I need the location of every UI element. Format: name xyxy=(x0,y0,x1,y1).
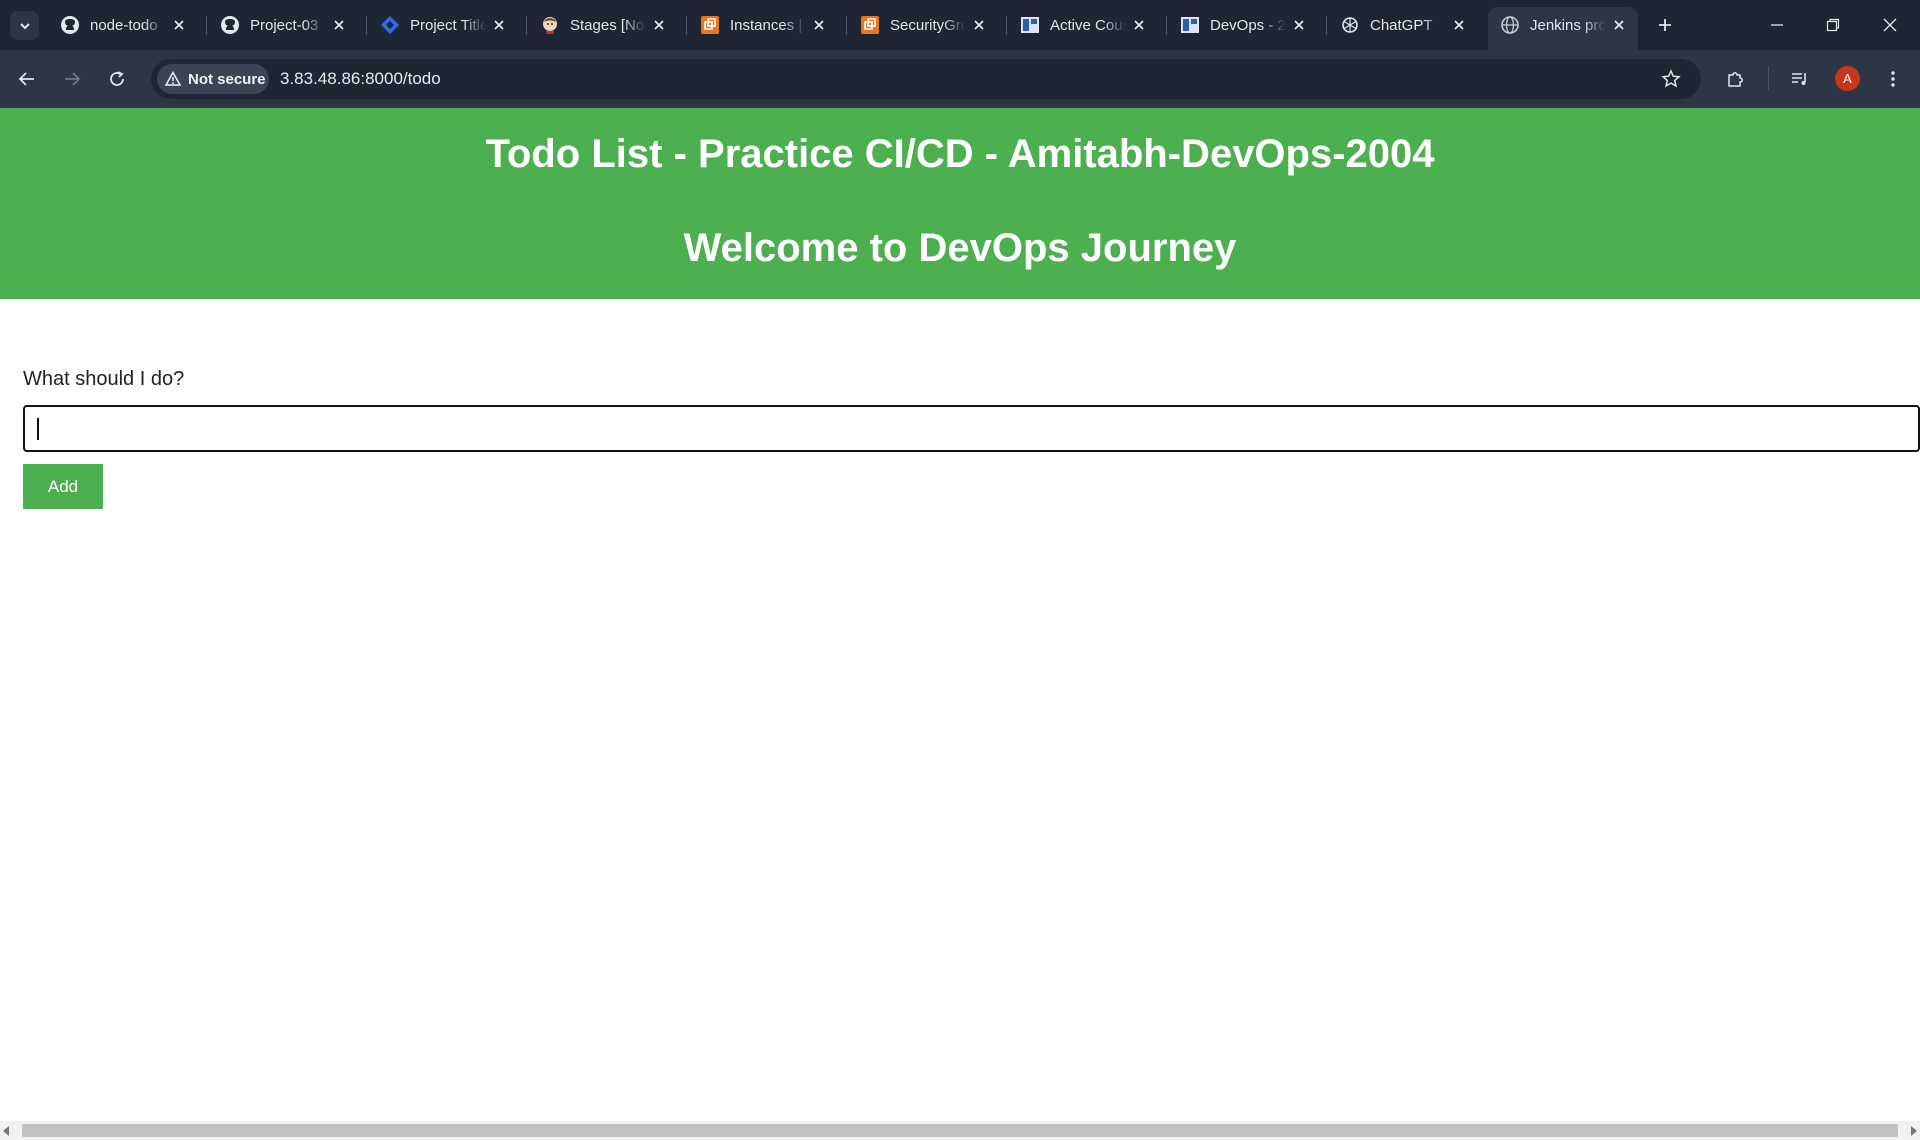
tab-project-title[interactable]: Project Title xyxy=(368,7,518,43)
tab-title: SecurityGroups xyxy=(890,16,966,34)
close-window-button[interactable] xyxy=(1877,12,1903,38)
minimize-button[interactable] xyxy=(1764,12,1790,38)
tab-separator xyxy=(1166,16,1167,35)
puzzle-icon xyxy=(1728,72,1743,87)
chevron-down-icon xyxy=(19,22,30,29)
text-caret xyxy=(37,418,39,440)
todo-label: What should I do? xyxy=(23,368,185,390)
course-icon xyxy=(1020,15,1040,35)
reload-icon xyxy=(110,71,124,86)
restore-icon xyxy=(1826,18,1840,32)
close-icon xyxy=(1883,18,1897,32)
kebab-menu-icon xyxy=(1891,71,1895,87)
github-icon xyxy=(60,15,80,35)
security-label: Not secure xyxy=(188,70,266,88)
tab-title: Stages [Node xyxy=(570,16,646,34)
add-button[interactable]: Add xyxy=(23,464,103,509)
tab-title: Instances | EC2 xyxy=(730,16,806,34)
close-icon[interactable] xyxy=(1610,16,1628,34)
profile-avatar[interactable]: A xyxy=(1835,66,1860,91)
arrow-left-icon xyxy=(18,72,34,86)
tab-stages[interactable]: Stages [Node xyxy=(528,7,678,43)
tab-instances[interactable]: Instances | EC2 xyxy=(688,7,838,43)
tab-separator xyxy=(526,16,527,35)
horizontal-scrollbar[interactable] xyxy=(0,1121,1920,1140)
extensions-button[interactable] xyxy=(1721,65,1749,93)
reload-button[interactable] xyxy=(101,63,133,95)
scroll-left-icon[interactable] xyxy=(3,1126,9,1136)
forward-button[interactable] xyxy=(56,63,88,95)
tab-title: ChatGPT xyxy=(1370,16,1433,34)
globe-icon xyxy=(1500,15,1520,35)
menu-button[interactable] xyxy=(1879,65,1907,93)
media-queue-icon xyxy=(1792,73,1806,85)
tab-project-03[interactable]: Project-03 xyxy=(208,7,358,43)
course-icon xyxy=(1180,15,1200,35)
close-icon[interactable] xyxy=(970,16,988,34)
restore-button[interactable] xyxy=(1820,12,1846,38)
tab-separator xyxy=(686,16,687,35)
scrollbar-thumb[interactable] xyxy=(22,1124,1898,1137)
close-icon[interactable] xyxy=(650,16,668,34)
tab-node-todo[interactable]: node-todo xyxy=(48,7,198,43)
github-icon xyxy=(220,15,240,35)
tab-separator xyxy=(846,16,847,35)
tab-security-groups[interactable]: SecurityGroups xyxy=(848,7,998,43)
chatgpt-icon xyxy=(1340,15,1360,35)
tab-devops[interactable]: DevOps - 2 xyxy=(1168,7,1318,43)
arrow-right-icon xyxy=(65,72,81,86)
tab-active-courses[interactable]: Active Courses xyxy=(1008,7,1158,43)
aws-icon xyxy=(860,15,880,35)
bookmark-star-button[interactable] xyxy=(1657,65,1685,93)
tab-title: Active Courses xyxy=(1050,16,1126,34)
tab-title: DevOps - 2 xyxy=(1210,16,1286,34)
tab-separator xyxy=(1326,16,1327,35)
page-subtitle: Welcome to DevOps Journey xyxy=(683,226,1237,270)
jira-icon xyxy=(380,15,400,35)
tab-jenkins-active[interactable]: Jenkins pro xyxy=(1488,7,1638,50)
minimize-icon xyxy=(1771,24,1783,26)
tab-separator xyxy=(206,16,207,35)
close-icon[interactable] xyxy=(490,16,508,34)
close-icon[interactable] xyxy=(330,16,348,34)
plus-icon xyxy=(1659,19,1671,31)
media-control-button[interactable] xyxy=(1786,65,1814,93)
toolbar-divider xyxy=(1768,66,1769,90)
tab-title: Jenkins pro xyxy=(1530,16,1606,34)
security-indicator[interactable]: Not secure xyxy=(157,64,269,94)
scroll-right-icon[interactable] xyxy=(1911,1126,1917,1136)
new-tab-button[interactable] xyxy=(1652,12,1678,38)
jenkins-icon xyxy=(540,15,560,35)
page-title: Todo List - Practice CI/CD - Amitabh-Dev… xyxy=(485,132,1435,176)
tab-separator xyxy=(366,16,367,35)
tab-title: Project-03 xyxy=(250,16,319,34)
page-content: Todo List - Practice CI/CD - Amitabh-Dev… xyxy=(0,108,1920,1121)
tab-search-button[interactable] xyxy=(10,11,39,40)
tab-title: node-todo xyxy=(90,16,158,34)
close-icon[interactable] xyxy=(1450,16,1468,34)
url-text[interactable]: 3.83.48.86:8000/todo xyxy=(280,69,441,89)
aws-icon xyxy=(700,15,720,35)
tab-separator xyxy=(1006,16,1007,35)
star-icon xyxy=(1661,69,1681,88)
close-icon[interactable] xyxy=(1290,16,1308,34)
warning-icon xyxy=(164,70,182,88)
close-icon[interactable] xyxy=(810,16,828,34)
tab-chatgpt[interactable]: ChatGPT xyxy=(1328,7,1478,43)
close-icon[interactable] xyxy=(1130,16,1148,34)
back-button[interactable] xyxy=(11,63,43,95)
header-banner: Todo List - Practice CI/CD - Amitabh-Dev… xyxy=(0,108,1920,299)
tab-title: Project Title xyxy=(410,16,486,34)
close-icon[interactable] xyxy=(170,16,188,34)
todo-input[interactable] xyxy=(23,405,1920,452)
